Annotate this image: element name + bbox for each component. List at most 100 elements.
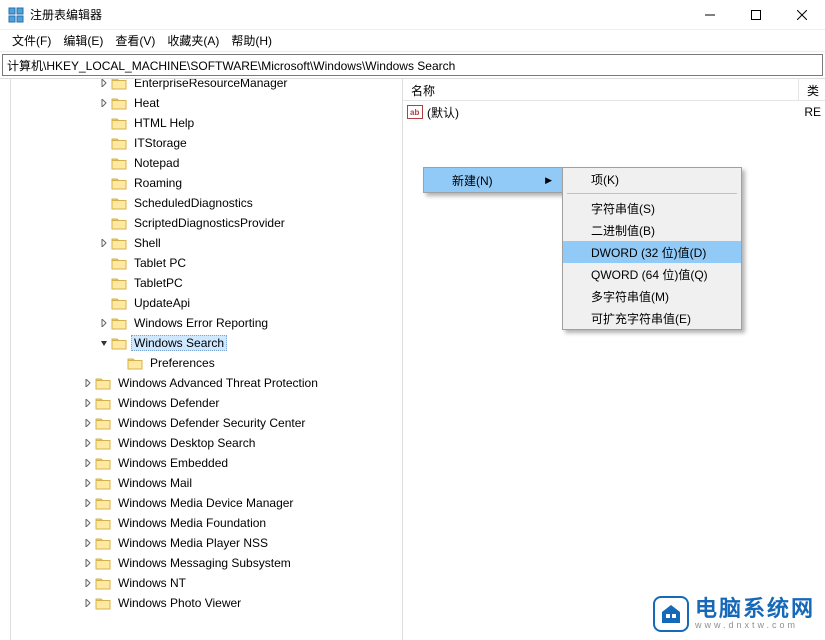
chevron-right-icon[interactable]	[97, 316, 111, 330]
folder-icon	[111, 236, 127, 250]
tree-node[interactable]: ScheduledDiagnostics	[11, 193, 402, 213]
tree-node[interactable]: EnterpriseResourceManager	[11, 79, 402, 93]
tree-node[interactable]: HTML Help	[11, 113, 402, 133]
close-button[interactable]	[779, 0, 825, 30]
tree-node[interactable]: Tablet PC	[11, 253, 402, 273]
tree-node[interactable]: Windows Search	[11, 333, 402, 353]
submenu-arrow-icon: ▶	[545, 175, 552, 186]
tree-node-label: Windows Error Reporting	[131, 315, 271, 331]
tree-node[interactable]: Preferences	[11, 353, 402, 373]
svg-text:ab: ab	[410, 108, 419, 117]
tree-node[interactable]: UpdateApi	[11, 293, 402, 313]
tree-node[interactable]: Windows Embedded	[11, 453, 402, 473]
tree-node-label: Shell	[131, 235, 164, 251]
ctx-sub-binary[interactable]: 二进制值(B)	[563, 219, 741, 241]
tree-node[interactable]: Heat	[11, 93, 402, 113]
menu-help[interactable]: 帮助(H)	[225, 30, 278, 51]
tree-node[interactable]: Notepad	[11, 153, 402, 173]
chevron-right-icon[interactable]	[81, 456, 95, 470]
tree-node-label: Windows NT	[115, 575, 189, 591]
list-body[interactable]: ab (默认) RE 新建(N) ▶ 项(K) 字符串值(S) 二进制值(B) …	[403, 101, 825, 640]
chevron-right-icon[interactable]	[81, 376, 95, 390]
tree-node[interactable]: Windows Defender Security Center	[11, 413, 402, 433]
tree-node-label: EnterpriseResourceManager	[131, 79, 290, 91]
ctx-sub-string[interactable]: 字符串值(S)	[563, 197, 741, 219]
tree-node-label: Windows Media Player NSS	[115, 535, 271, 551]
tree-node[interactable]: ITStorage	[11, 133, 402, 153]
ctx-sub-multi[interactable]: 多字符串值(M)	[563, 285, 741, 307]
tree-node[interactable]: Windows Defender	[11, 393, 402, 413]
tree-node[interactable]: TabletPC	[11, 273, 402, 293]
chevron-right-icon[interactable]	[81, 496, 95, 510]
ctx-separator	[567, 193, 737, 194]
string-value-icon: ab	[407, 105, 423, 119]
tree-node[interactable]: ScriptedDiagnosticsProvider	[11, 213, 402, 233]
menu-edit[interactable]: 编辑(E)	[57, 30, 109, 51]
tree-node-label: Preferences	[147, 355, 218, 371]
left-edge-gutter	[0, 79, 11, 640]
tree-node[interactable]: Windows Media Device Manager	[11, 493, 402, 513]
value-type-prefix: RE	[804, 105, 821, 119]
chevron-right-icon[interactable]	[81, 436, 95, 450]
watermark-sub: www.dnxtw.com	[695, 620, 815, 630]
tree-node[interactable]: Windows Advanced Threat Protection	[11, 373, 402, 393]
chevron-right-icon[interactable]	[81, 516, 95, 530]
tree-node-label: Windows Advanced Threat Protection	[115, 375, 321, 391]
tree-node-label: Windows Embedded	[115, 455, 231, 471]
chevron-right-icon[interactable]	[97, 236, 111, 250]
chevron-right-icon[interactable]	[81, 416, 95, 430]
maximize-button[interactable]	[733, 0, 779, 30]
folder-icon	[95, 476, 111, 490]
ctx-sub-expand[interactable]: 可扩充字符串值(E)	[563, 307, 741, 329]
folder-icon	[111, 216, 127, 230]
tree-node[interactable]: Windows Mail	[11, 473, 402, 493]
chevron-right-icon[interactable]	[97, 96, 111, 110]
ctx-sub-qword[interactable]: QWORD (64 位)值(Q)	[563, 263, 741, 285]
chevron-right-icon[interactable]	[81, 476, 95, 490]
regedit-icon	[8, 7, 24, 23]
folder-icon	[111, 296, 127, 310]
list-row-default[interactable]: ab (默认) RE	[407, 103, 821, 121]
tree-node-label: Notepad	[131, 155, 182, 171]
tree-node[interactable]: Windows NT	[11, 573, 402, 593]
tree-node[interactable]: Shell	[11, 233, 402, 253]
minimize-button[interactable]	[687, 0, 733, 30]
ctx-sub-dword[interactable]: DWORD (32 位)值(D)	[563, 241, 741, 263]
folder-icon	[111, 196, 127, 210]
tree-node[interactable]: Roaming	[11, 173, 402, 193]
tree-node[interactable]: Windows Photo Viewer	[11, 593, 402, 613]
tree-node-label: Windows Defender	[115, 395, 222, 411]
tree-node-label: UpdateApi	[131, 295, 193, 311]
menu-view[interactable]: 查看(V)	[109, 30, 161, 51]
chevron-right-icon[interactable]	[81, 556, 95, 570]
chevron-right-icon[interactable]	[81, 396, 95, 410]
folder-icon	[111, 316, 127, 330]
chevron-right-icon[interactable]	[81, 596, 95, 610]
chevron-right-icon[interactable]	[81, 536, 95, 550]
tree-node[interactable]: Windows Desktop Search	[11, 433, 402, 453]
menu-file[interactable]: 文件(F)	[6, 30, 57, 51]
ctx-sub-key[interactable]: 项(K)	[563, 168, 741, 190]
folder-icon	[111, 176, 127, 190]
address-text: 计算机\HKEY_LOCAL_MACHINE\SOFTWARE\Microsof…	[7, 57, 455, 74]
tree-node-label: HTML Help	[131, 115, 197, 131]
tree-node-label: Windows Mail	[115, 475, 195, 491]
tree-panel[interactable]: EnterpriseResourceManager Heat HTML Help IT…	[11, 79, 403, 640]
folder-icon	[95, 456, 111, 470]
tree-node[interactable]: Windows Error Reporting	[11, 313, 402, 333]
col-name[interactable]: 名称	[403, 79, 799, 100]
tree-node-label: Tablet PC	[131, 255, 189, 271]
chevron-right-icon[interactable]	[97, 79, 111, 90]
chevron-right-icon[interactable]	[81, 576, 95, 590]
folder-icon	[111, 116, 127, 130]
folder-icon	[95, 396, 111, 410]
tree-node[interactable]: Windows Media Foundation	[11, 513, 402, 533]
menu-favorites[interactable]: 收藏夹(A)	[161, 30, 225, 51]
chevron-down-icon[interactable]	[97, 336, 111, 350]
ctx-item-new[interactable]: 新建(N) ▶	[424, 168, 562, 192]
tree-node[interactable]: Windows Media Player NSS	[11, 533, 402, 553]
folder-icon	[111, 336, 127, 350]
tree-node[interactable]: Windows Messaging Subsystem	[11, 553, 402, 573]
col-type[interactable]: 类	[799, 79, 825, 100]
address-bar[interactable]: 计算机\HKEY_LOCAL_MACHINE\SOFTWARE\Microsof…	[2, 54, 823, 76]
